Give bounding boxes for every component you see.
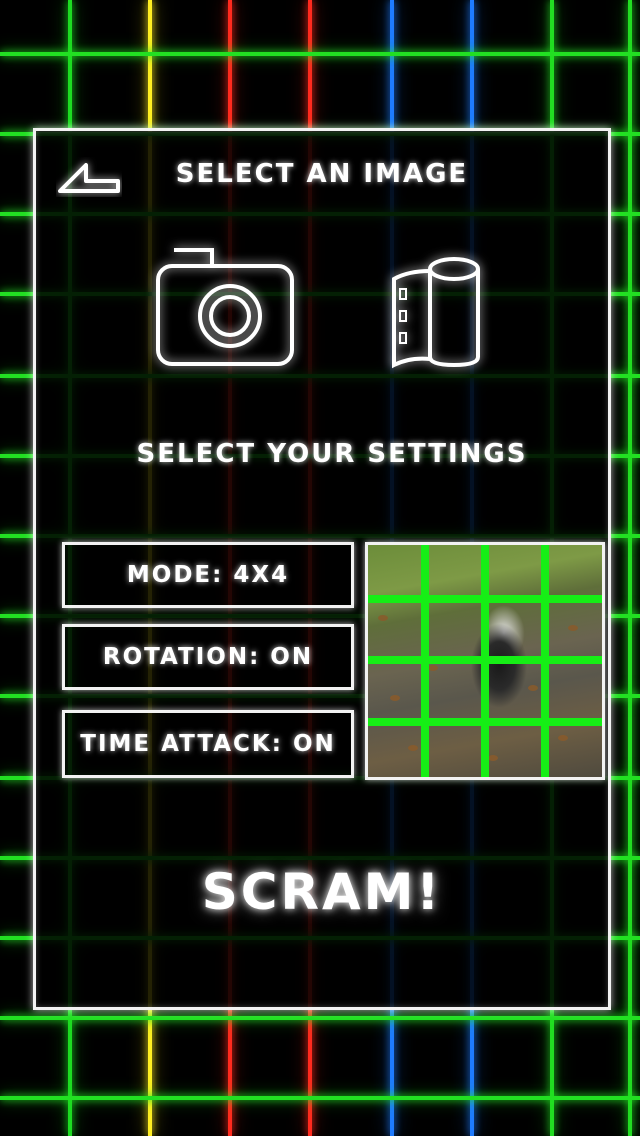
start-button[interactable]: SCRAM! xyxy=(36,863,608,921)
time-attack-toggle[interactable]: TIME ATTACK: ON xyxy=(62,710,354,778)
preview-grid-line xyxy=(368,595,602,603)
grid-line xyxy=(0,1016,640,1020)
gallery-button[interactable] xyxy=(388,253,484,371)
film-roll-icon xyxy=(392,257,480,369)
camera-button[interactable] xyxy=(154,246,296,371)
mode-button[interactable]: MODE: 4X4 xyxy=(62,542,354,608)
preview-grid-line xyxy=(368,718,602,726)
image-preview[interactable] xyxy=(365,542,605,780)
preview-grid-line xyxy=(368,656,602,664)
page-title: SELECT AN IMAGE xyxy=(175,159,469,189)
settings-heading: SELECT YOUR SETTINGS xyxy=(136,439,528,469)
grid-line xyxy=(0,1096,640,1100)
grid-line xyxy=(0,52,640,56)
grid-line xyxy=(628,0,632,1136)
camera-icon xyxy=(156,248,294,366)
settings-panel: SELECT AN IMAGE SELECT YOUR SETTINGS MOD… xyxy=(33,128,611,1010)
rotation-toggle[interactable]: ROTATION: ON xyxy=(62,624,354,690)
